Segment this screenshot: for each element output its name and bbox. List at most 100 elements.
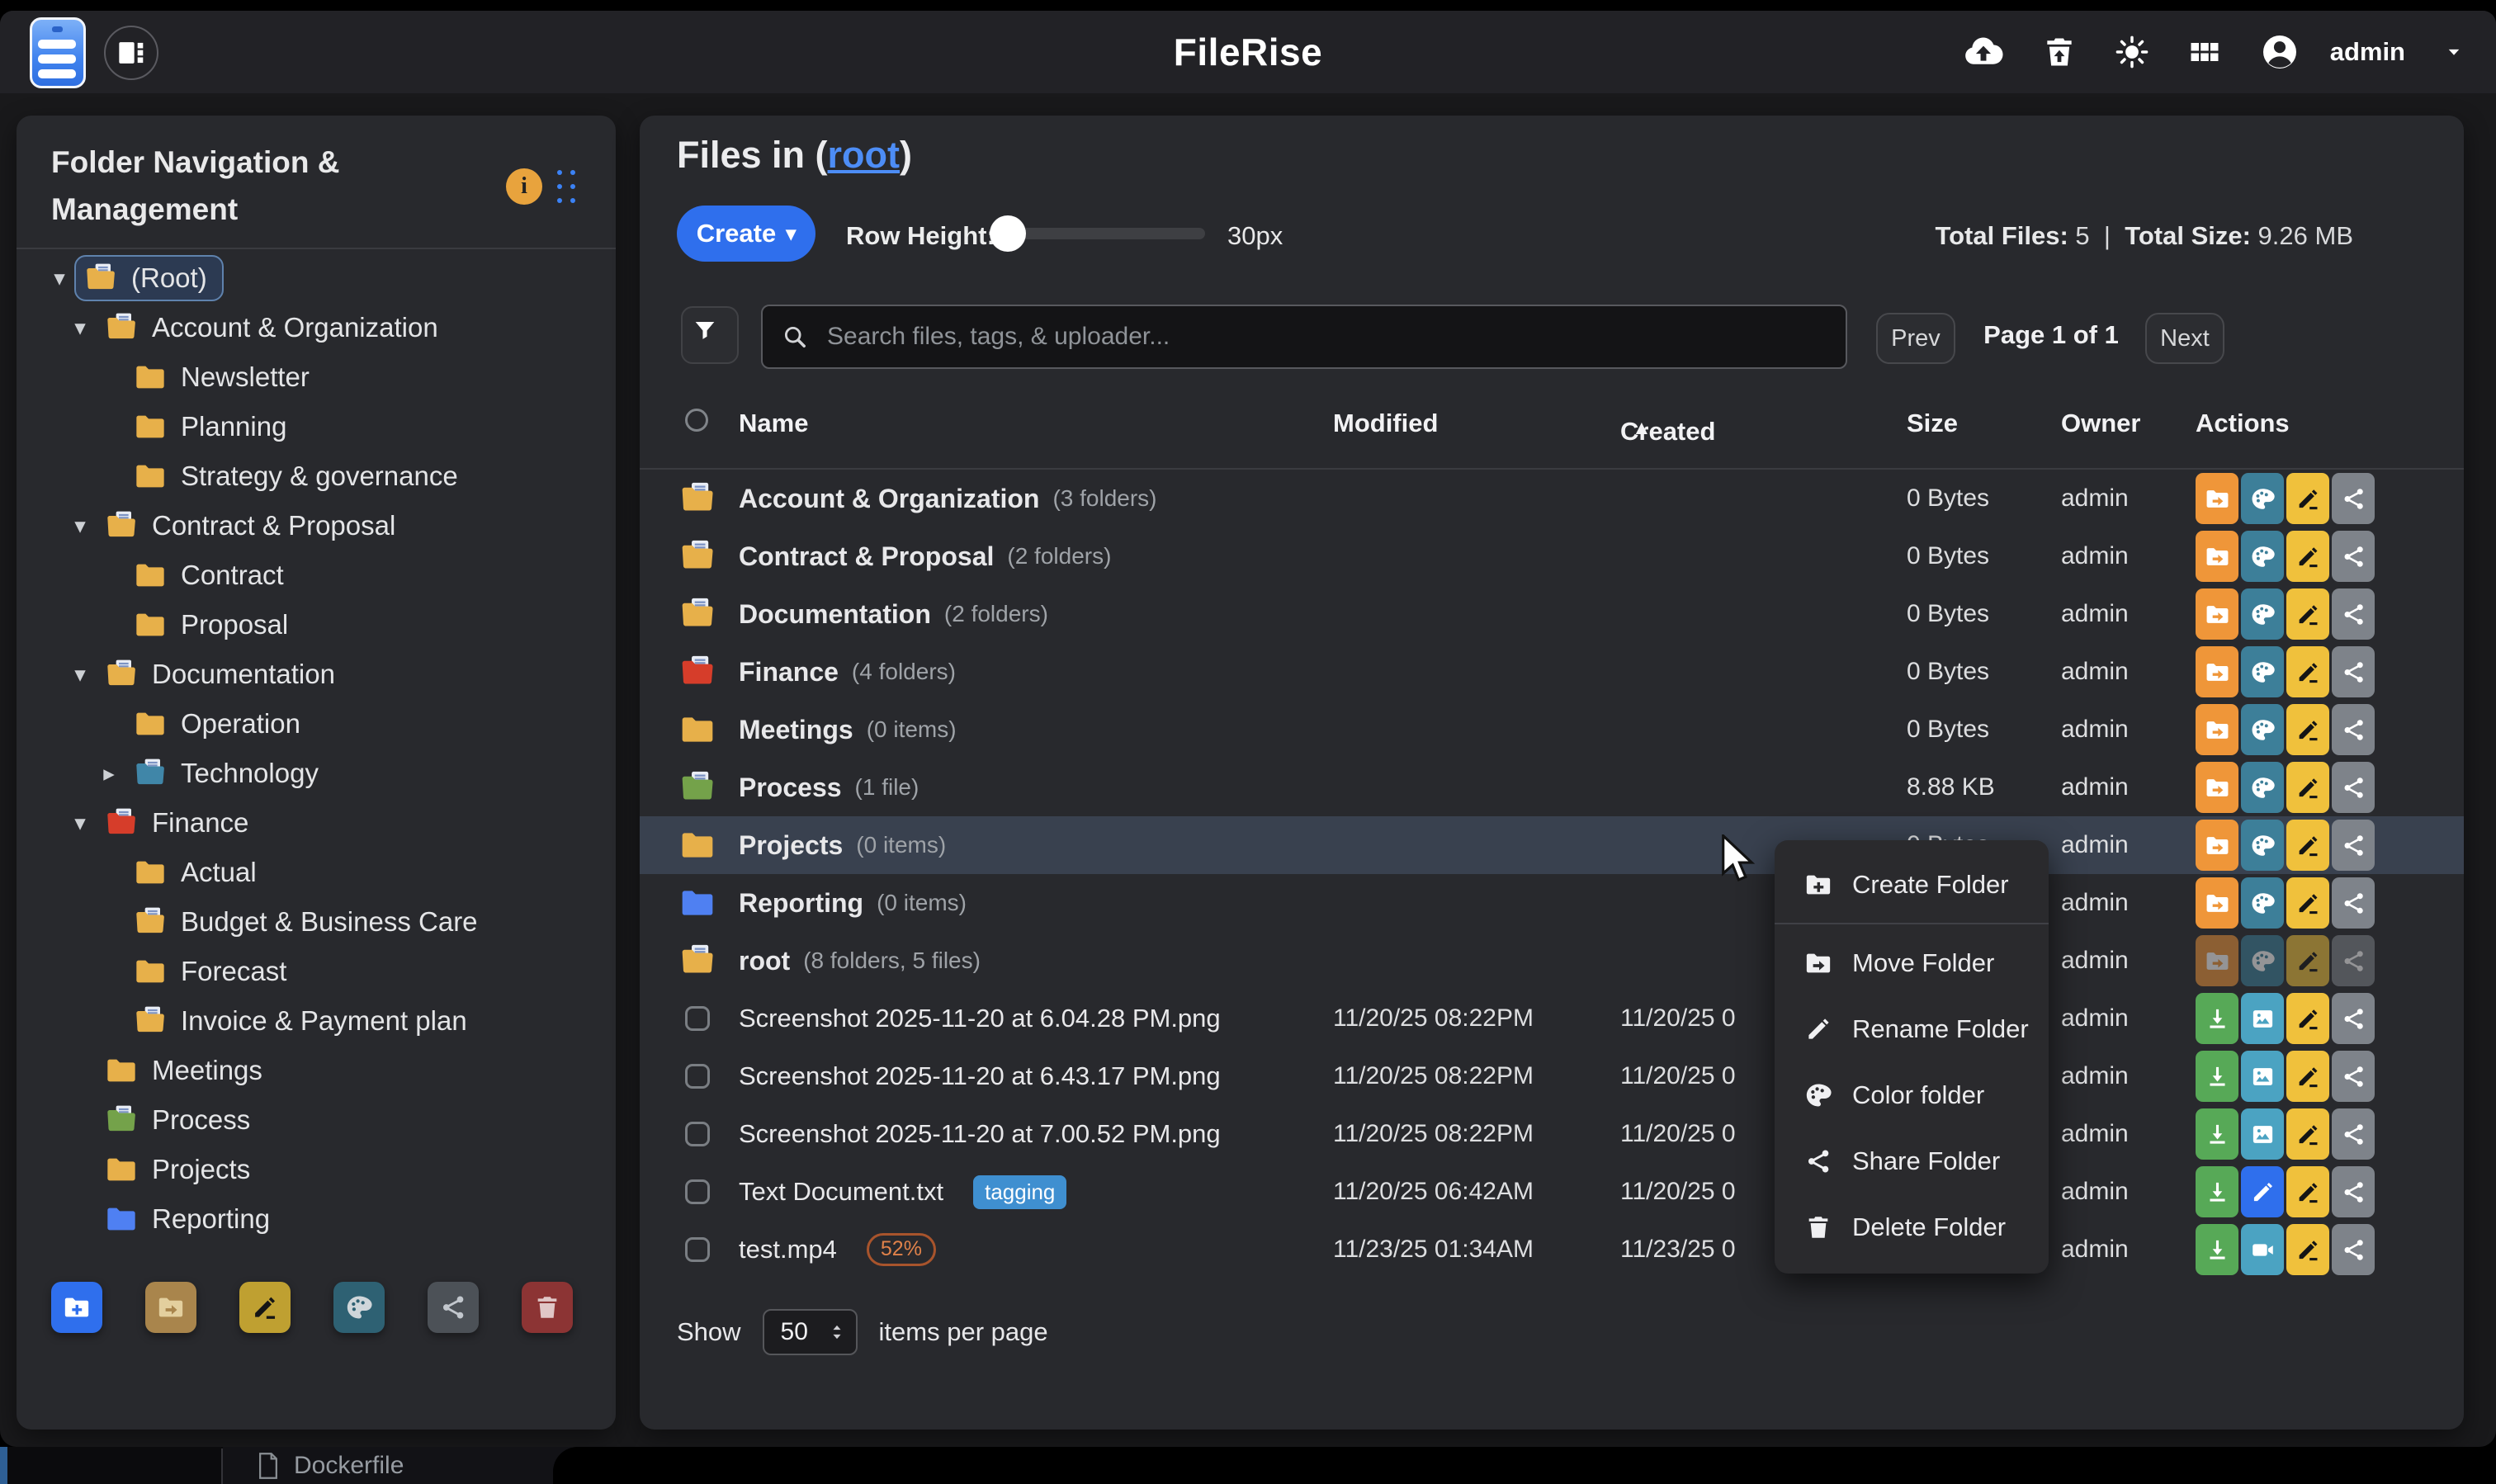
folder-tree-item[interactable]: Strategy & governance <box>17 451 616 501</box>
row-action-button[interactable] <box>2241 1166 2284 1217</box>
row-action-button[interactable] <box>2286 877 2329 929</box>
folder-tree-item[interactable]: Account & Organization <box>17 303 616 352</box>
folder-toolbar-button[interactable] <box>51 1282 102 1333</box>
tree-caret-icon[interactable] <box>94 761 124 787</box>
filerise-logo-icon[interactable] <box>30 17 86 88</box>
row-action-button[interactable] <box>2196 1224 2238 1275</box>
row-action-button[interactable] <box>2332 877 2375 929</box>
row-checkbox[interactable] <box>685 1122 710 1146</box>
item-name[interactable]: Projects <box>739 830 843 861</box>
row-action-button[interactable] <box>2241 531 2284 582</box>
table-row[interactable]: Documentation (2 folders) 0 Bytes admin <box>640 585 2464 643</box>
item-name[interactable]: Account & Organization <box>739 484 1039 514</box>
folder-tree-item[interactable]: Technology <box>17 749 616 798</box>
folder-tree-item[interactable]: Actual <box>17 848 616 897</box>
user-avatar[interactable] <box>2259 31 2300 73</box>
folder-tree-item[interactable]: Operation <box>17 699 616 749</box>
item-name[interactable]: Screenshot 2025-11-20 at 6.43.17 PM.png <box>739 1061 1221 1091</box>
item-name[interactable]: root <box>739 946 790 976</box>
trash-restore-icon[interactable] <box>2041 34 2078 70</box>
folder-tree-item[interactable]: Finance <box>17 798 616 848</box>
row-action-button[interactable] <box>2286 1051 2329 1102</box>
row-action-button[interactable] <box>2286 1166 2329 1217</box>
row-action-button[interactable] <box>2286 1224 2329 1275</box>
folder-toolbar-button[interactable] <box>145 1282 196 1333</box>
table-row[interactable]: Projects (0 items) 0 Bytes admin <box>640 816 2464 874</box>
folder-tree-item[interactable]: Newsletter <box>17 352 616 402</box>
row-action-button[interactable] <box>2286 1108 2329 1160</box>
row-checkbox[interactable] <box>685 1064 710 1089</box>
row-action-button[interactable] <box>2241 877 2284 929</box>
search-bar[interactable] <box>761 305 1847 369</box>
row-action-button[interactable] <box>2286 646 2329 697</box>
folder-tree-item[interactable]: Contract <box>17 551 616 600</box>
row-action-button[interactable] <box>2196 473 2238 524</box>
table-row[interactable]: Text Document.txt tagging 11/20/25 06:42… <box>640 1163 2464 1221</box>
row-action-button[interactable] <box>2241 1051 2284 1102</box>
row-action-button[interactable] <box>2332 1051 2375 1102</box>
row-action-button[interactable] <box>2196 1108 2238 1160</box>
row-action-button[interactable] <box>2241 762 2284 813</box>
row-action-button[interactable] <box>2241 473 2284 524</box>
menu-item[interactable]: Delete Folder <box>1775 1194 2049 1260</box>
row-action-button[interactable] <box>2286 993 2329 1044</box>
folder-tree-item[interactable]: Planning <box>17 402 616 451</box>
row-checkbox[interactable] <box>685 1179 710 1204</box>
item-name[interactable]: Screenshot 2025-11-20 at 7.00.52 PM.png <box>739 1119 1221 1149</box>
tree-caret-icon[interactable] <box>65 662 95 688</box>
row-action-button[interactable] <box>2332 1224 2375 1275</box>
row-action-button[interactable] <box>2286 588 2329 640</box>
row-action-button[interactable] <box>2241 1108 2284 1160</box>
folder-tree-item[interactable]: Forecast <box>17 947 616 996</box>
menu-item[interactable]: Rename Folder <box>1775 996 2049 1062</box>
tree-caret-icon[interactable] <box>45 266 74 291</box>
tree-caret-icon[interactable] <box>65 513 95 539</box>
row-action-button[interactable] <box>2332 646 2375 697</box>
folder-tree-item[interactable]: Projects <box>17 1145 616 1194</box>
table-row[interactable]: Screenshot 2025-11-20 at 6.04.28 PM.png … <box>640 990 2464 1047</box>
filter-button[interactable] <box>681 306 739 364</box>
create-button[interactable]: Create ▾ <box>677 206 815 262</box>
row-height-slider[interactable] <box>995 228 1205 239</box>
table-row[interactable]: Contract & Proposal (2 folders) 0 Bytes … <box>640 527 2464 585</box>
table-row[interactable]: Screenshot 2025-11-20 at 6.43.17 PM.png … <box>640 1047 2464 1105</box>
item-name[interactable]: test.mp4 <box>739 1235 837 1264</box>
row-action-button[interactable] <box>2196 704 2238 755</box>
folder-tree-item[interactable]: Contract & Proposal <box>17 501 616 551</box>
folder-tree-item[interactable]: Meetings <box>17 1046 616 1095</box>
table-row[interactable]: Meetings (0 items) 0 Bytes admin <box>640 701 2464 759</box>
tree-caret-icon[interactable] <box>65 811 95 836</box>
prev-page-button[interactable]: Prev <box>1876 313 1955 364</box>
root-breadcrumb-link[interactable]: root <box>828 134 900 176</box>
tree-caret-icon[interactable] <box>65 315 95 341</box>
row-action-button[interactable] <box>2286 762 2329 813</box>
table-row[interactable]: Reporting (0 items) 0 Bytes admin <box>640 874 2464 932</box>
column-owner[interactable]: Owner <box>2061 409 2140 438</box>
row-action-button[interactable] <box>2332 473 2375 524</box>
item-name[interactable]: Meetings <box>739 715 853 745</box>
drag-handle-icon[interactable] <box>557 170 575 205</box>
row-action-button[interactable] <box>2241 646 2284 697</box>
row-action-button[interactable] <box>2196 993 2238 1044</box>
info-icon[interactable]: i <box>506 168 542 205</box>
table-row[interactable]: root (8 folders, 5 files) admin <box>640 932 2464 990</box>
slider-thumb[interactable] <box>990 215 1026 252</box>
row-action-button[interactable] <box>2196 646 2238 697</box>
table-row[interactable]: test.mp4 52% 11/23/25 01:34AM 11/23/25 0… <box>640 1221 2464 1278</box>
theme-sun-icon[interactable] <box>2114 34 2150 70</box>
row-action-button[interactable] <box>2196 762 2238 813</box>
column-size[interactable]: Size <box>1907 409 1958 438</box>
row-action-button[interactable] <box>2286 704 2329 755</box>
table-row[interactable]: Finance (4 folders) 0 Bytes admin <box>640 643 2464 701</box>
row-checkbox[interactable] <box>685 1006 710 1031</box>
next-page-button[interactable]: Next <box>2145 313 2224 364</box>
folder-tree-item[interactable]: Proposal <box>17 600 616 650</box>
column-name[interactable]: Name <box>739 409 808 438</box>
row-action-button[interactable] <box>2196 1166 2238 1217</box>
row-action-button[interactable] <box>2196 935 2238 986</box>
menu-item[interactable]: Move Folder <box>1775 930 2049 996</box>
item-name[interactable]: Screenshot 2025-11-20 at 6.04.28 PM.png <box>739 1004 1221 1033</box>
row-action-button[interactable] <box>2332 531 2375 582</box>
row-action-button[interactable] <box>2332 935 2375 986</box>
table-row[interactable]: Screenshot 2025-11-20 at 7.00.52 PM.png … <box>640 1105 2464 1163</box>
